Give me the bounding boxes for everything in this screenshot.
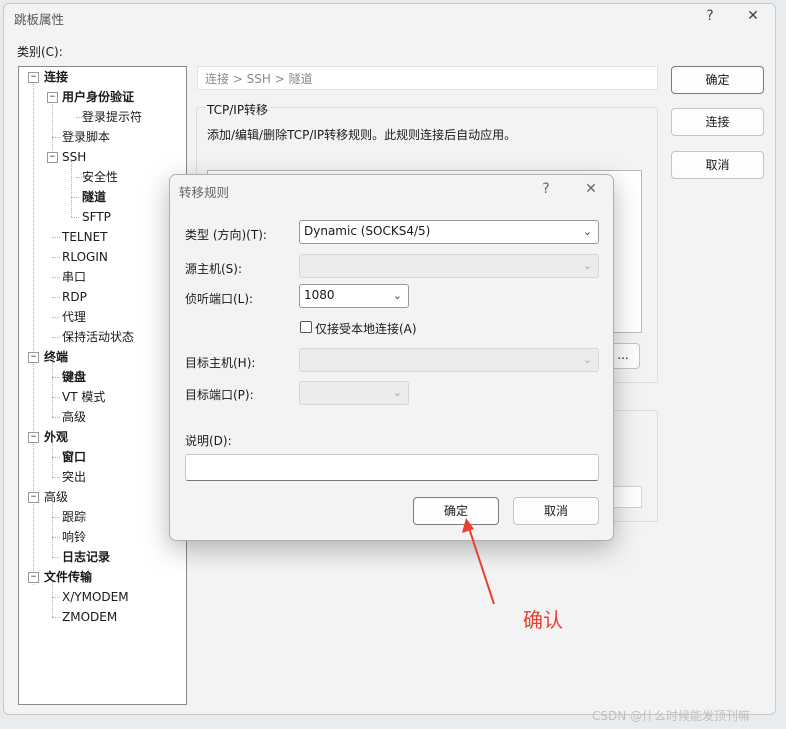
dialog-close-icon[interactable]: ✕ xyxy=(581,181,601,197)
type-label: 类型 (方向)(T): xyxy=(185,228,267,242)
local-only-label[interactable]: 仅接受本地连接(A) xyxy=(315,320,417,337)
tcpip-description: 添加/编辑/删除TCP/IP转移规则。此规则连接后自动应用。 xyxy=(207,128,517,142)
tree-item-window[interactable]: 窗口 xyxy=(62,449,86,465)
type-select[interactable]: Dynamic (SOCKS4/5) ⌄ xyxy=(299,220,599,244)
watermark: CSDN @什么时候能发顶刊嘛 xyxy=(592,709,751,723)
dialog-cancel-button[interactable]: 取消 xyxy=(513,497,599,525)
chevron-down-icon: ⌄ xyxy=(582,259,592,272)
target-host-label: 目标主机(H): xyxy=(185,356,256,370)
tree-item-login-prompt[interactable]: 登录提示符 xyxy=(82,109,142,125)
tree-item-proxy[interactable]: 代理 xyxy=(62,309,86,325)
tree-item-zmodem[interactable]: ZMODEM xyxy=(62,609,117,625)
local-only-checkbox[interactable] xyxy=(300,321,312,333)
dialog-help-icon[interactable]: ? xyxy=(537,181,555,197)
listen-port-combo[interactable]: 1080 ⌄ xyxy=(299,284,409,308)
help-icon[interactable]: ? xyxy=(700,8,720,24)
listen-port-value: 1080 xyxy=(304,288,335,302)
tree-item-security[interactable]: 安全性 xyxy=(82,169,118,185)
tree-item-terminal[interactable]: 终端 xyxy=(44,349,68,365)
tree-item-terminal-advanced[interactable]: 高级 xyxy=(62,409,86,425)
tree-toggle-terminal[interactable]: − xyxy=(28,352,39,363)
tree-item-bell[interactable]: 响铃 xyxy=(62,529,86,545)
tree-toggle-filetransfer[interactable]: − xyxy=(28,572,39,583)
dialog-title: 转移规则 xyxy=(179,185,230,200)
tree-item-trace[interactable]: 跟踪 xyxy=(62,509,86,525)
tree-item-highlight[interactable]: 突出 xyxy=(62,469,86,485)
target-host-combo[interactable]: ⌄ xyxy=(299,348,599,372)
tree-item-keyboard[interactable]: 键盘 xyxy=(62,369,86,385)
source-host-label: 源主机(S): xyxy=(185,262,243,276)
tree-item-connection[interactable]: 连接 xyxy=(44,69,68,85)
chevron-down-icon: ⌄ xyxy=(582,353,592,366)
type-select-value: Dynamic (SOCKS4/5) xyxy=(304,224,431,238)
tree-toggle-appearance[interactable]: − xyxy=(28,432,39,443)
tcpip-group-title: TCP/IP转移 xyxy=(205,101,271,118)
tree-item-rlogin[interactable]: RLOGIN xyxy=(62,249,108,265)
tree-item-advanced[interactable]: 高级 xyxy=(44,489,68,505)
chevron-down-icon: ⌄ xyxy=(582,225,592,238)
target-port-label: 目标端口(P): xyxy=(185,388,254,402)
tree-toggle-connection[interactable]: − xyxy=(28,72,39,83)
tree-item-serial[interactable]: 串口 xyxy=(62,269,86,285)
dialog-ok-button[interactable]: 确定 xyxy=(413,497,499,525)
annotation-label: 确认 xyxy=(523,608,563,632)
tree-toggle-advanced[interactable]: − xyxy=(28,492,39,503)
tree-item-login-script[interactable]: 登录脚本 xyxy=(62,129,110,145)
tree-item-tunnel[interactable]: 隧道 xyxy=(82,189,106,205)
tree-item-keepalive[interactable]: 保持活动状态 xyxy=(62,329,134,345)
tree-item-rdp[interactable]: RDP xyxy=(62,289,87,305)
description-input[interactable] xyxy=(185,454,599,481)
tree-item-file-transfer[interactable]: 文件传输 xyxy=(44,569,92,585)
tree-toggle-ssh[interactable]: − xyxy=(47,152,58,163)
tree-item-telnet[interactable]: TELNET xyxy=(62,229,108,245)
chevron-down-icon: ⌄ xyxy=(392,386,402,399)
tree-item-vt-mode[interactable]: VT 模式 xyxy=(62,389,105,405)
tree-item-ssh[interactable]: SSH xyxy=(62,149,86,165)
cancel-button[interactable]: 取消 xyxy=(671,151,764,179)
tree-item-appearance[interactable]: 外观 xyxy=(44,429,68,445)
connect-button[interactable]: 连接 xyxy=(671,108,764,136)
ok-button[interactable]: 确定 xyxy=(671,66,764,94)
category-tree[interactable]: − − − − − − − 连接 用户身份验证 登录提示符 登录脚本 SSH 安… xyxy=(18,66,187,705)
tree-toggle-auth[interactable]: − xyxy=(47,92,58,103)
window-title: 跳板属性 xyxy=(14,12,65,27)
tree-item-sftp[interactable]: SFTP xyxy=(82,209,111,225)
source-host-combo[interactable]: ⌄ xyxy=(299,254,599,278)
tree-item-logging[interactable]: 日志记录 xyxy=(62,549,110,565)
tree-item-xymodem[interactable]: X/YMODEM xyxy=(62,589,129,605)
listen-port-label: 侦听端口(L): xyxy=(185,292,254,306)
target-port-combo[interactable]: ⌄ xyxy=(299,381,409,405)
tree-item-user-auth[interactable]: 用户身份验证 xyxy=(62,89,134,105)
close-icon[interactable]: ✕ xyxy=(742,8,764,24)
breadcrumb: 连接 > SSH > 隧道 xyxy=(205,72,313,86)
chevron-down-icon: ⌄ xyxy=(392,289,402,302)
description-label: 说明(D): xyxy=(185,434,232,448)
category-label: 类别(C): xyxy=(17,45,63,59)
